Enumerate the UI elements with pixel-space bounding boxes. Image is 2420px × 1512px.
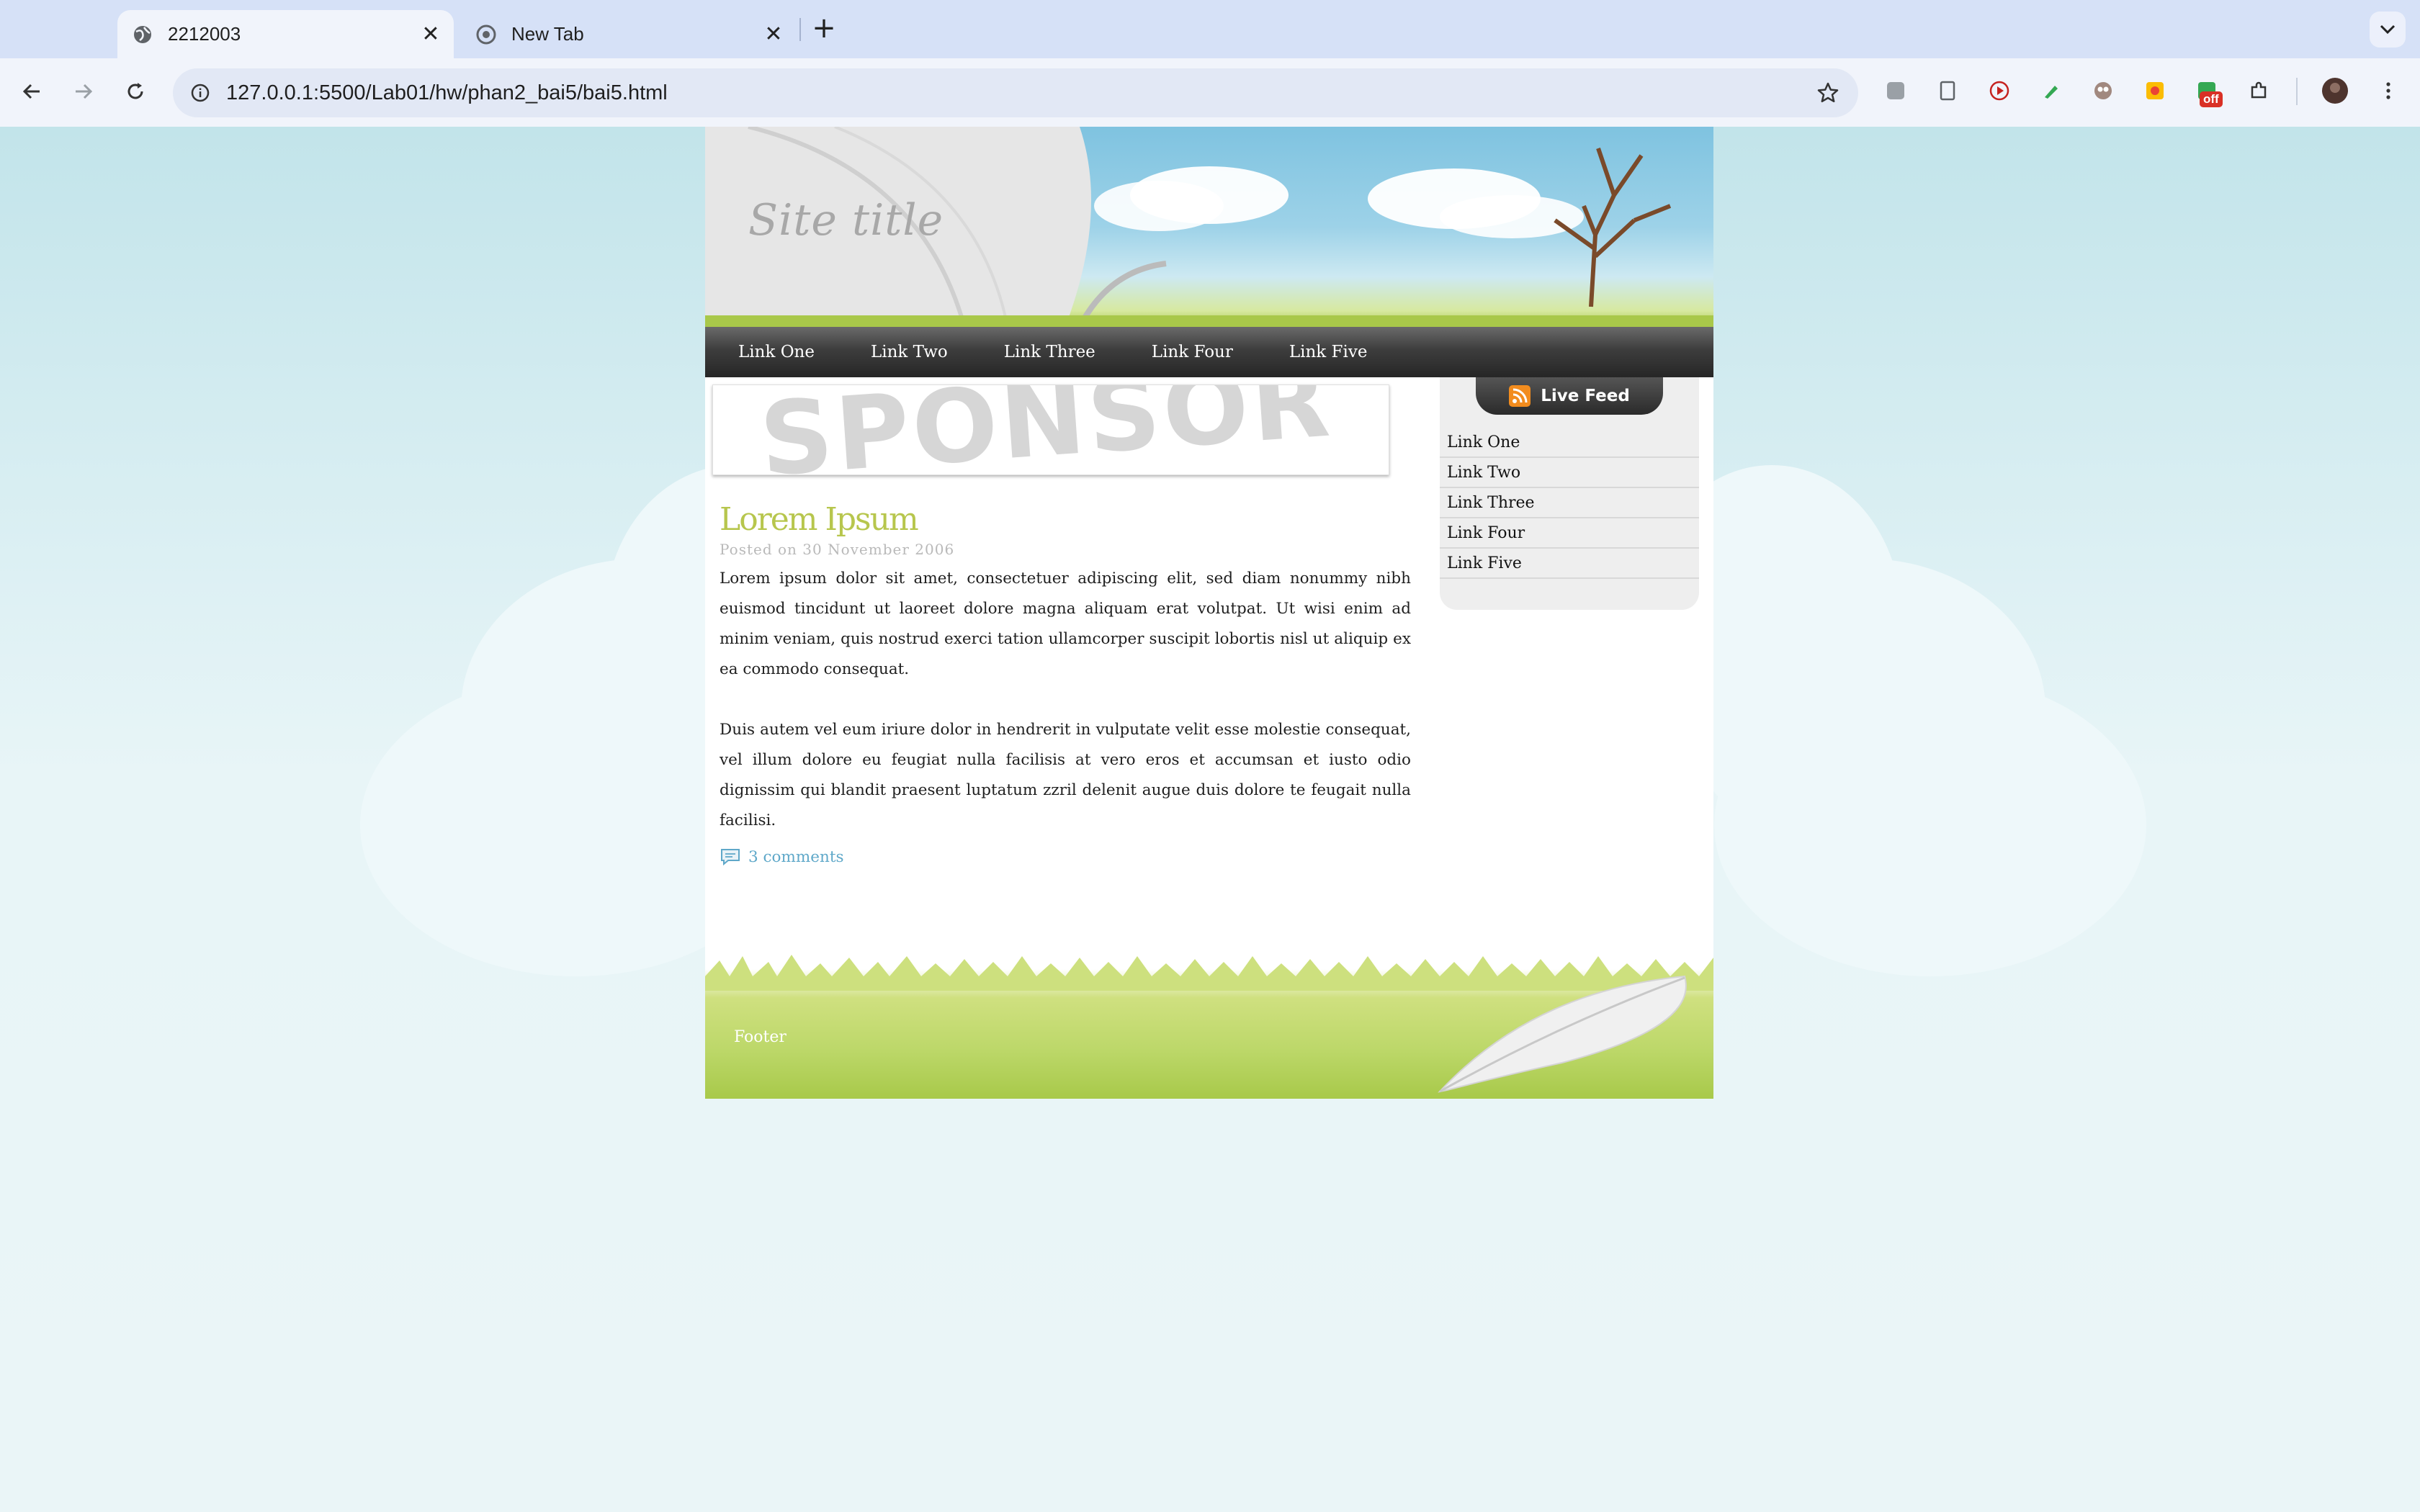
browser-chrome: 2212003 ✕ New Tab ✕ + 127.0.0.1:5500/Lab… <box>0 0 2420 127</box>
footer-text: Footer <box>734 1028 786 1046</box>
background-cloud <box>1714 674 2146 976</box>
main-nav: Link One Link Two Link Three Link Four L… <box>705 327 1713 377</box>
site-footer: Footer <box>705 948 1713 1099</box>
comment-bubble-icon <box>721 849 740 866</box>
pen-icon[interactable] <box>2037 76 2066 105</box>
sidebar: Live Feed Link One Link Two Link Three L… <box>1440 377 1699 610</box>
globe-icon <box>132 24 153 45</box>
extension-grey-icon[interactable] <box>1881 76 1910 105</box>
sidebar-links: Link One Link Two Link Three Link Four L… <box>1440 428 1699 579</box>
live-feed-title: Live Feed <box>1541 387 1630 405</box>
comments-link[interactable]: 3 comments <box>720 847 1411 866</box>
nav-link-four[interactable]: Link Four <box>1152 343 1233 361</box>
document-icon[interactable] <box>1933 76 1962 105</box>
owl-icon[interactable] <box>2089 76 2118 105</box>
puzzle-extensions-icon[interactable] <box>2244 76 2273 105</box>
sidebar-link-three[interactable]: Link Three <box>1440 488 1699 518</box>
sidebar-link-two[interactable]: Link Two <box>1440 458 1699 488</box>
profile-avatar-icon[interactable] <box>2321 76 2349 105</box>
page-viewport: Site title Link One Link Two Link Three … <box>0 127 2420 1512</box>
new-tab-button[interactable]: + <box>810 14 838 43</box>
footer-grass-feather <box>705 955 1713 1093</box>
nav-link-five[interactable]: Link Five <box>1289 343 1368 361</box>
site-title: Site title <box>748 195 944 246</box>
tab-active[interactable]: 2212003 ✕ <box>117 10 454 58</box>
live-feed-header: Live Feed <box>1476 377 1663 415</box>
tab-title: New Tab <box>511 23 584 45</box>
post-paragraph: Lorem ipsum dolor sit amet, consectetuer… <box>720 570 1411 678</box>
sidebar-link-four[interactable]: Link Four <box>1440 518 1699 549</box>
site-header: Site title <box>705 127 1713 327</box>
sidebar-link-one[interactable]: Link One <box>1440 428 1699 458</box>
site-container: Site title Link One Link Two Link Three … <box>705 127 1713 1099</box>
rss-icon <box>1509 385 1531 407</box>
blog-post: Lorem Ipsum Posted on 30 November 2006 L… <box>720 501 1411 866</box>
comments-count: 3 comments <box>748 847 844 866</box>
reload-icon[interactable] <box>118 74 153 109</box>
sponsor-text: SPONSOR <box>756 384 1336 475</box>
back-arrow-icon[interactable] <box>14 74 49 109</box>
post-date: Posted on 30 November 2006 <box>720 541 955 558</box>
tab-search-chevron-icon[interactable] <box>2370 12 2406 48</box>
tab-separator <box>799 18 801 41</box>
image-extension-icon[interactable] <box>2141 76 2169 105</box>
extension-off-badge: off <box>2200 91 2223 107</box>
chrome-icon <box>475 24 497 45</box>
nav-link-two[interactable]: Link Two <box>871 343 948 361</box>
more-menu-icon[interactable] <box>2374 76 2403 105</box>
record-icon[interactable] <box>1985 76 2014 105</box>
post-title: Lorem Ipsum <box>720 501 919 538</box>
post-paragraph: Duis autem vel eum iriure dolor in hendr… <box>720 721 1411 829</box>
toolbar-separator <box>2296 78 2298 105</box>
tab-strip: 2212003 ✕ New Tab ✕ + <box>0 0 2420 58</box>
close-tab-icon[interactable]: ✕ <box>418 22 444 48</box>
close-tab-icon[interactable]: ✕ <box>761 22 786 48</box>
nav-link-one[interactable]: Link One <box>738 343 815 361</box>
url-text: 127.0.0.1:5500/Lab01/hw/phan2_bai5/bai5.… <box>226 81 668 104</box>
forward-arrow-icon[interactable] <box>66 74 101 109</box>
sponsor-banner[interactable]: SPONSOR <box>712 384 1389 475</box>
nav-link-three[interactable]: Link Three <box>1004 343 1095 361</box>
site-info-icon[interactable] <box>186 78 215 107</box>
sidebar-link-five[interactable]: Link Five <box>1440 549 1699 579</box>
tab-new-tab[interactable]: New Tab ✕ <box>461 10 797 58</box>
tab-title: 2212003 <box>168 23 241 45</box>
browser-toolbar: 127.0.0.1:5500/Lab01/hw/phan2_bai5/bai5.… <box>0 58 2420 127</box>
address-bar[interactable]: 127.0.0.1:5500/Lab01/hw/phan2_bai5/bai5.… <box>173 68 1858 117</box>
bookmark-star-icon[interactable] <box>1814 78 1842 107</box>
